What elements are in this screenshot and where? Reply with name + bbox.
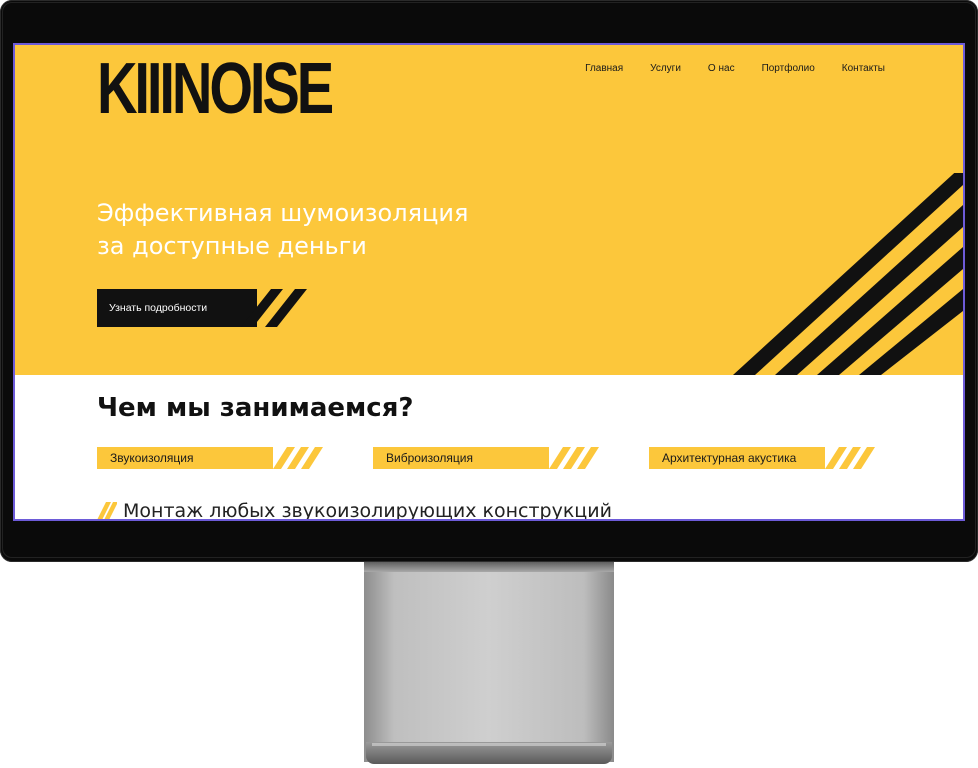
main-nav: Главная Услуги О нас Портфолио Контакты [585,63,885,74]
services-title: Чем мы занимаемся? [97,393,414,423]
cta-stripes-icon [241,289,307,327]
monitor-stand-highlight [372,743,606,746]
feature-text: Монтаж любых звукоизолирующих конструкци… [123,500,612,519]
service-architectural-acoustics[interactable]: Архитектурная акустика [649,447,825,469]
hero-headline: Эффективная шумоизоляция за доступные де… [97,197,597,263]
site-logo[interactable]: KIIINOISE [97,53,334,125]
hero-headline-line2: за доступные деньги [97,232,367,260]
service-soundproofing[interactable]: Звукоизоляция [97,447,273,469]
stripes-icon [97,502,117,519]
stripes-icon [549,447,599,469]
service-vibration-isolation-label: Виброизоляция [386,451,473,465]
nav-item-about[interactable]: О нас [708,63,735,74]
nav-item-home[interactable]: Главная [585,63,623,74]
service-vibration-isolation[interactable]: Виброизоляция [373,447,549,469]
stripes-icon [273,447,323,469]
nav-item-contacts[interactable]: Контакты [842,63,885,74]
website-screen: KIIINOISE Главная Услуги О нас Портфолио… [13,43,965,521]
hero-stripes-decoration [733,173,963,375]
learn-more-label: Узнать подробности [109,302,208,314]
stripes-icon [825,447,875,469]
service-soundproofing-label: Звукоизоляция [110,451,194,465]
hero-section: KIIINOISE Главная Услуги О нас Портфолио… [15,45,963,375]
feature-item: Монтаж любых звукоизолирующих конструкци… [97,500,612,519]
service-architectural-acoustics-label: Архитектурная акустика [662,451,797,465]
nav-item-portfolio[interactable]: Портфолио [762,63,815,74]
monitor-stand-shadow [364,562,614,572]
nav-item-services[interactable]: Услуги [650,63,681,74]
learn-more-button[interactable]: Узнать подробности [97,289,257,327]
monitor-stand-neck [364,562,614,762]
hero-headline-line1: Эффективная шумоизоляция [97,199,469,227]
monitor-frame: KIIINOISE Главная Услуги О нас Портфолио… [0,0,978,562]
